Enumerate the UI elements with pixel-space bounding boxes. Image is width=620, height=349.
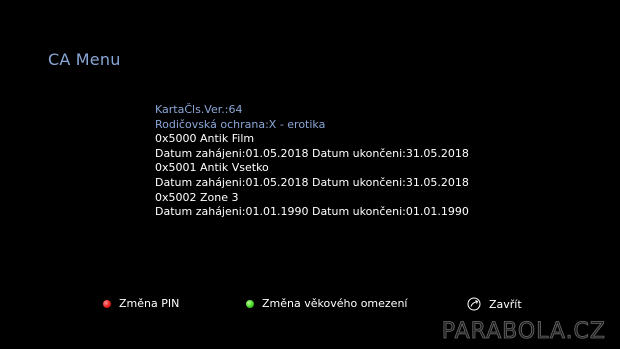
green-dot-icon	[246, 299, 254, 308]
entitlement-id: 0x5000 Antik Film	[155, 132, 255, 146]
entitlement-dates: Datum zahájeni:01.05.2018 Datum ukončeni…	[155, 146, 469, 160]
change-age-limit-button[interactable]: Změna věkového omezení	[246, 297, 407, 310]
parental-control: Rodičovská ochrana:X - erotika	[155, 117, 326, 131]
red-dot-icon	[103, 299, 111, 308]
entitlement-id: 0x5001 Antik Vsetko	[155, 161, 269, 175]
exit-icon	[467, 297, 481, 311]
entitlement-dates: Datum zahájeni:01.05.2018 Datum ukončeni…	[155, 175, 469, 189]
entitlement-id: 0x5002 Zone 3	[155, 190, 239, 204]
change-pin-button[interactable]: Změna PIN	[103, 297, 179, 310]
close-label: Zavřít	[489, 297, 522, 311]
close-button[interactable]: Zavřít	[467, 297, 522, 311]
change-age-limit-label: Změna věkového omezení	[262, 297, 408, 310]
menu-title: CA Menu	[48, 50, 121, 69]
card-info-panel: KartaČls.Ver.:64 Rodičovská ochrana:X - …	[155, 103, 469, 220]
entitlement-dates: Datum zahájeni:01.01.1990 Datum ukončeni…	[155, 205, 469, 219]
watermark: PARABOLA.CZ	[441, 319, 606, 345]
change-pin-label: Změna PIN	[119, 297, 180, 310]
card-version: KartaČls.Ver.:64	[155, 103, 243, 116]
